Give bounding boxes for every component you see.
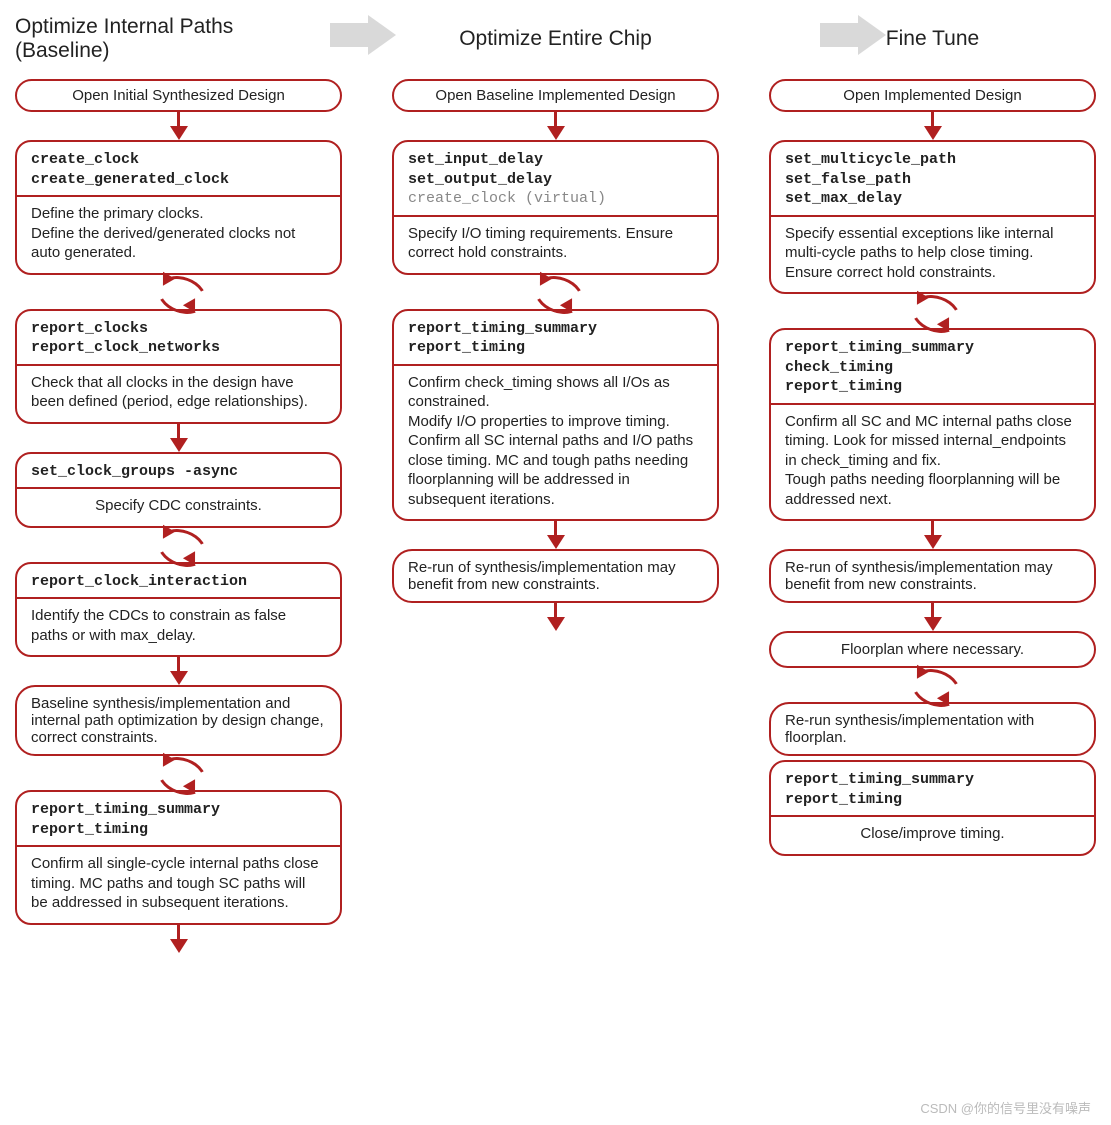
col1-b1-head: create_clock create_generated_clock [17, 142, 340, 197]
col1-b6-body: Confirm all single-cycle internal paths … [17, 847, 340, 923]
col-fine-tune: Fine Tune Open Implemented Design set_mu… [769, 15, 1096, 856]
col1-b1-body: Define the primary clocks. Define the de… [17, 197, 340, 273]
col1-title: Optimize Internal Paths (Baseline) [15, 15, 342, 67]
col1-open: Open Initial Synthesized Design [15, 79, 342, 112]
arrow-icon [547, 603, 565, 631]
arrow-icon [547, 112, 565, 140]
col1-b4-body: Identify the CDCs to constrain as false … [17, 599, 340, 655]
col1-box6: report_timing_summary report_timing Conf… [15, 790, 342, 925]
col3-box1: set_multicycle_path set_false_path set_m… [769, 140, 1096, 294]
col2-b1-body: Specify I/O timing requirements. Ensure … [394, 217, 717, 273]
col2-b1-head-faded: create_clock (virtual) [408, 190, 606, 207]
col1-box1: create_clock create_generated_clock Defi… [15, 140, 342, 275]
col3-box4: Floorplan where necessary. [769, 631, 1096, 668]
cycle-icon [153, 526, 205, 564]
col2-b2-head: report_timing_summary report_timing [394, 311, 717, 366]
col1-b2-body: Check that all clocks in the design have… [17, 366, 340, 422]
col3-box3: Re-run of synthesis/implementation may b… [769, 549, 1096, 603]
col1-box2: report_clocks report_clock_networks Chec… [15, 309, 342, 424]
cycle-icon [530, 273, 582, 311]
watermark: CSDN @你的信号里没有噪声 [920, 1098, 1091, 1117]
arrow-icon [170, 112, 188, 140]
col2-box1: set_input_delay set_output_delay create_… [392, 140, 719, 275]
arrow-icon [924, 603, 942, 631]
col2-b1-head-main: set_input_delay set_output_delay [408, 151, 552, 188]
col3-title: Fine Tune [769, 15, 1096, 67]
col1-b2-head: report_clocks report_clock_networks [17, 311, 340, 366]
cycle-icon [153, 273, 205, 311]
col1-box4: report_clock_interaction Identify the CD… [15, 562, 342, 658]
col1-b3-head: set_clock_groups -async [17, 454, 340, 490]
arrow-icon [547, 521, 565, 549]
col2-box3: Re-run of synthesis/implementation may b… [392, 549, 719, 603]
arrow-icon [924, 112, 942, 140]
col3-box2: report_timing_summary check_timing repor… [769, 328, 1096, 521]
arrow-icon [170, 424, 188, 452]
col3-b1-body: Specify essential exceptions like intern… [771, 217, 1094, 293]
cycle-icon [907, 292, 959, 330]
col-baseline: Optimize Internal Paths (Baseline) Open … [15, 15, 342, 953]
col3-b6-head: report_timing_summary report_timing [771, 762, 1094, 817]
col1-b3-body: Specify CDC constraints. [17, 489, 340, 526]
col3-b2-body: Confirm all SC and MC internal paths clo… [771, 405, 1094, 520]
col1-box3: set_clock_groups -async Specify CDC cons… [15, 452, 342, 528]
col3-b2-head: report_timing_summary check_timing repor… [771, 330, 1094, 405]
arrow-icon [170, 925, 188, 953]
col2-title: Optimize Entire Chip [392, 15, 719, 67]
col2-b1-head: set_input_delay set_output_delay create_… [394, 142, 717, 217]
col3-box5: Re-run synthesis/implementation with flo… [769, 702, 1096, 756]
col2-b2-body: Confirm check_timing shows all I/Os as c… [394, 366, 717, 520]
cycle-icon [153, 754, 205, 792]
cycle-icon [907, 666, 959, 704]
col3-b6-body: Close/improve timing. [771, 817, 1094, 854]
col1-box5: Baseline synthesis/implementation and in… [15, 685, 342, 756]
col3-box6: report_timing_summary report_timing Clos… [769, 760, 1096, 856]
arrow-icon [170, 657, 188, 685]
col1-b4-head: report_clock_interaction [17, 564, 340, 600]
col3-b1-head: set_multicycle_path set_false_path set_m… [771, 142, 1094, 217]
col2-open: Open Baseline Implemented Design [392, 79, 719, 112]
col3-open: Open Implemented Design [769, 79, 1096, 112]
col-entire-chip: Optimize Entire Chip Open Baseline Imple… [392, 15, 719, 631]
col2-box2: report_timing_summary report_timing Conf… [392, 309, 719, 522]
arrow-icon [924, 521, 942, 549]
flow-columns: Optimize Internal Paths (Baseline) Open … [15, 15, 1096, 953]
col1-b6-head: report_timing_summary report_timing [17, 792, 340, 847]
